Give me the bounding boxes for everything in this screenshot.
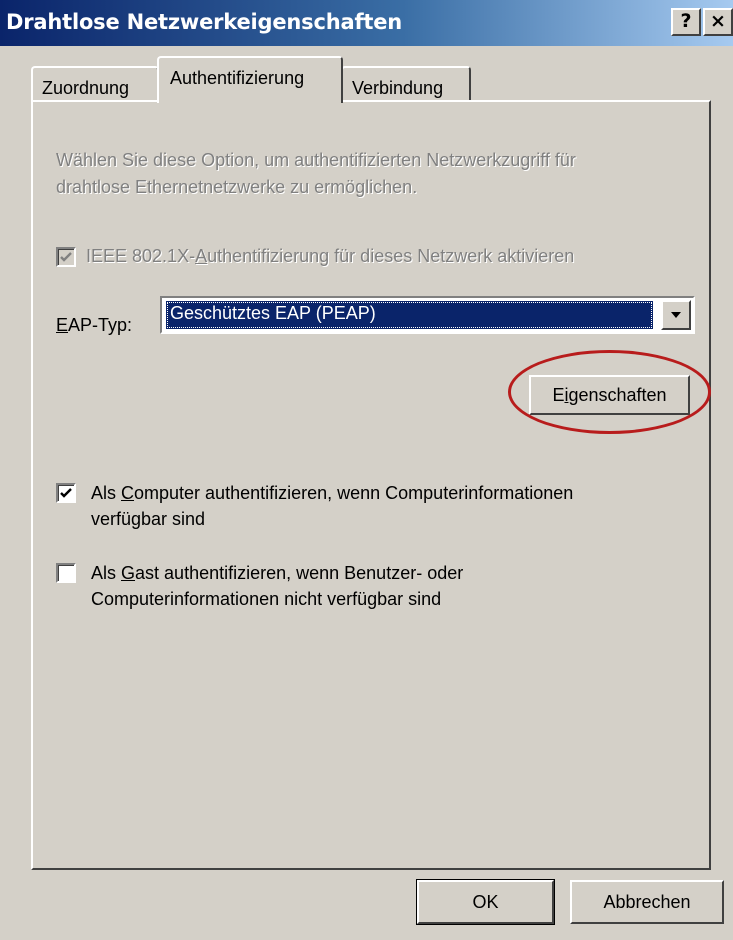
description-line-2: drahtlose Ethernetnetzwerke zu ermöglich…: [56, 177, 418, 197]
guest-auth-label-line-2: Computerinformationen nicht verfügbar si…: [91, 589, 442, 609]
ieee-8021x-label: IEEE 802.1X-Authentifizierung für dieses…: [86, 246, 575, 266]
eap-type-label: EAP-Typ:: [56, 315, 133, 335]
checkmark-icon: [60, 252, 72, 262]
eap-type-dropdown[interactable]: Geschütztes EAP (PEAP): [160, 296, 695, 334]
close-button[interactable]: ×: [703, 8, 733, 36]
chevron-down-icon: [671, 312, 681, 318]
properties-button[interactable]: Eigenschaften: [529, 375, 690, 415]
title-bar[interactable]: Drahtlose Netzwerkeigenschaften ? ×: [0, 0, 733, 46]
dropdown-arrow-button[interactable]: [661, 300, 691, 330]
ieee-8021x-checkbox[interactable]: [56, 247, 76, 267]
description-line-1: Wählen Sie diese Option, um authentifizi…: [56, 150, 576, 170]
tab-label: Authentifizierung: [170, 68, 305, 88]
computer-auth-label-line-1: Als Computer authentifizieren, wenn Comp…: [91, 483, 574, 503]
close-icon: ×: [710, 10, 726, 32]
tab-label: Zuordnung: [42, 78, 130, 98]
guest-auth-label-line-1: Als Gast authentifizieren, wenn Benutzer…: [91, 563, 464, 583]
computer-auth-checkbox[interactable]: [56, 483, 76, 503]
window-title: Drahtlose Netzwerkeigenschaften: [6, 10, 403, 34]
ok-button[interactable]: OK: [416, 879, 555, 925]
guest-auth-checkbox[interactable]: [56, 563, 76, 583]
help-button[interactable]: ?: [671, 8, 701, 36]
computer-auth-label-line-2: verfügbar sind: [91, 509, 206, 529]
cancel-button[interactable]: Abbrechen: [570, 880, 724, 924]
tab-authentifizierung[interactable]: Authentifizierung: [157, 56, 343, 103]
eap-type-selected-value: Geschütztes EAP (PEAP): [166, 301, 653, 329]
checkmark-icon: [60, 488, 72, 498]
dialog-window: Drahtlose Netzwerkeigenschaften ? × Zuor…: [0, 0, 733, 940]
tab-label: Verbindung: [352, 78, 444, 98]
